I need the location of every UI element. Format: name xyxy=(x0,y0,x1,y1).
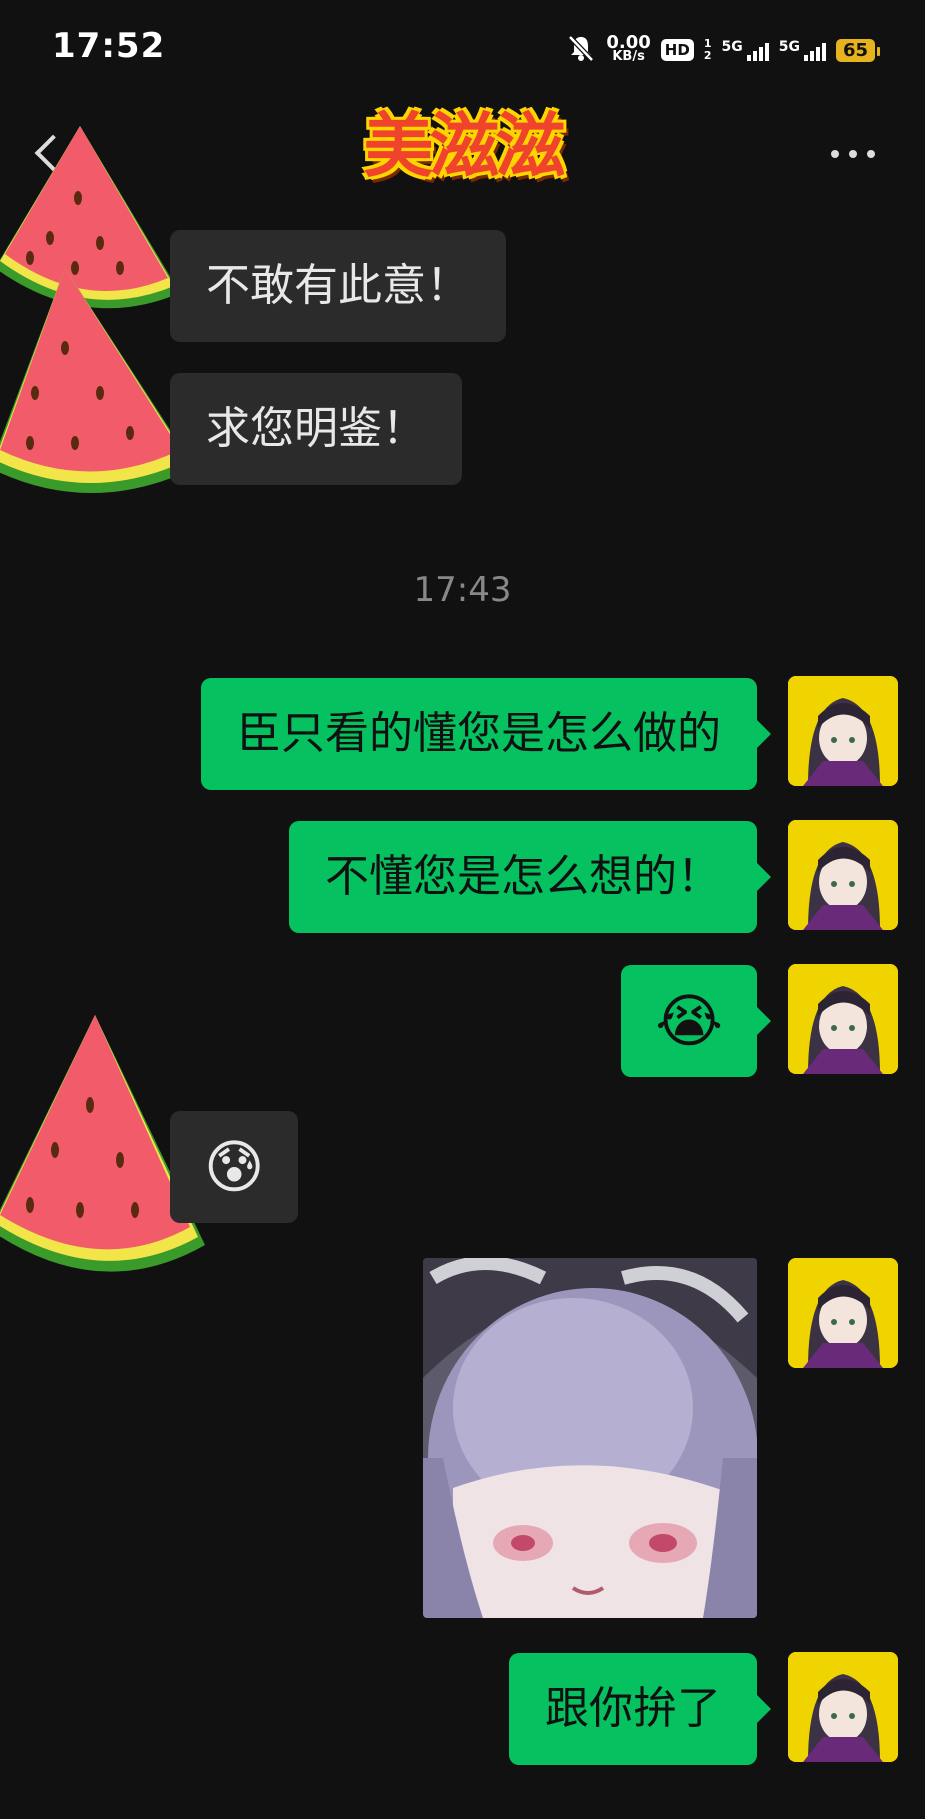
user-avatar[interactable] xyxy=(788,1652,898,1762)
contact-avatar[interactable] xyxy=(0,1015,205,1272)
hd-badge: HD xyxy=(660,39,694,61)
sent-emoji-message[interactable]: 😭 xyxy=(621,965,771,1077)
message-timestamp: 17:43 xyxy=(413,570,512,610)
received-message[interactable]: 求您明鉴！ xyxy=(170,373,462,485)
contact-avatar[interactable] xyxy=(0,268,195,493)
received-emoji-message[interactable]: 😰 xyxy=(170,1111,299,1223)
signal-icon: 5G xyxy=(721,39,769,61)
user-avatar[interactable] xyxy=(788,820,898,930)
status-icons: 0.00 KB/s HD 12 5G 5G 65 xyxy=(566,30,881,70)
battery-indicator: 65 xyxy=(835,38,881,62)
mute-bell-icon xyxy=(566,33,596,67)
user-avatar[interactable] xyxy=(788,1258,898,1368)
user-avatar[interactable] xyxy=(788,676,898,786)
signal-icon-2: 5G xyxy=(779,39,826,61)
sent-message[interactable]: 跟你拚了 xyxy=(509,1653,771,1765)
net-speed: 0.00 KB/s xyxy=(606,32,651,64)
sent-message[interactable]: 不懂您是怎么想的！ xyxy=(289,821,771,933)
sent-image[interactable] xyxy=(423,1258,757,1618)
user-avatar[interactable] xyxy=(788,964,898,1074)
status-time: 17:52 xyxy=(52,26,166,66)
sent-message[interactable]: 臣只看的懂您是怎么做的 xyxy=(201,678,771,790)
more-options-icon[interactable] xyxy=(831,150,875,158)
received-message[interactable]: 不敢有此意！ xyxy=(170,230,506,342)
sim-indicator: 12 xyxy=(703,37,712,62)
